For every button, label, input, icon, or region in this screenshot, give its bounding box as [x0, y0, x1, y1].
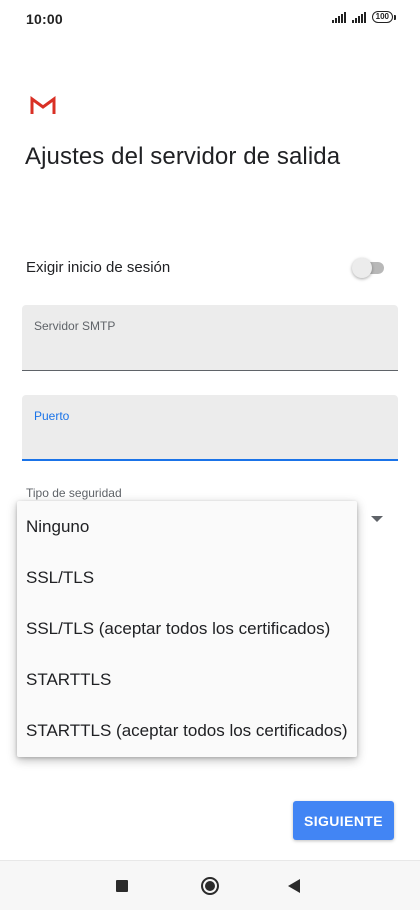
security-type-label: Tipo de seguridad [26, 486, 122, 500]
smtp-server-field[interactable]: Servidor SMTP [22, 305, 398, 371]
status-icons: 100 [331, 11, 396, 23]
back-triangle-icon [288, 879, 300, 893]
signin-required-toggle[interactable] [352, 257, 386, 278]
port-input[interactable] [34, 429, 386, 451]
smtp-server-label: Servidor SMTP [34, 319, 116, 333]
menu-item-starttls-accept-all[interactable]: STARTTLS (aceptar todos los certificados… [17, 706, 357, 757]
signin-required-label: Exigir inicio de sesión [26, 259, 171, 276]
menu-item-ssl-tls[interactable]: SSL/TLS [17, 552, 357, 603]
recent-apps-button[interactable] [110, 874, 134, 898]
battery-icon: 100 [371, 11, 396, 23]
circle-icon [201, 877, 219, 895]
navigation-bar [0, 860, 420, 910]
page-title: Ajustes del servidor de salida [25, 143, 341, 170]
menu-item-ninguno[interactable]: Ninguno [17, 501, 357, 552]
status-bar: 10:00 100 [0, 0, 420, 36]
status-time: 10:00 [26, 11, 63, 27]
battery-level: 100 [371, 11, 393, 23]
menu-item-starttls[interactable]: STARTTLS [17, 655, 357, 706]
screen: 10:00 100 Ajustes del servidor de salida… [0, 0, 420, 910]
smtp-server-input[interactable] [34, 339, 386, 361]
square-icon [116, 880, 128, 892]
gmail-icon [30, 96, 56, 114]
home-button[interactable] [198, 874, 222, 898]
dropdown-arrow-icon[interactable] [371, 516, 383, 522]
toggle-thumb [352, 258, 372, 278]
menu-item-ssl-tls-accept-all[interactable]: SSL/TLS (aceptar todos los certificados) [17, 603, 357, 654]
security-type-menu: Ninguno SSL/TLS SSL/TLS (aceptar todos l… [17, 501, 357, 757]
signal-1-icon [331, 11, 346, 23]
next-button[interactable]: SIGUIENTE [293, 801, 394, 840]
signin-required-row[interactable]: Exigir inicio de sesión [26, 252, 386, 284]
port-label: Puerto [34, 409, 70, 423]
back-button[interactable] [282, 874, 306, 898]
port-field[interactable]: Puerto [22, 395, 398, 461]
signal-2-icon [351, 11, 366, 23]
